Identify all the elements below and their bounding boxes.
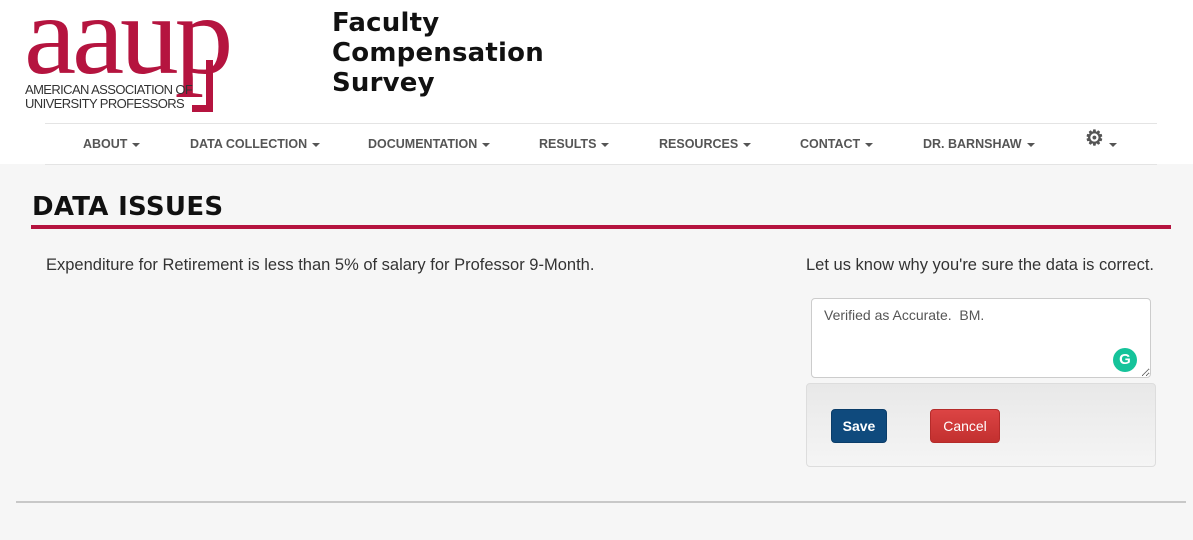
main-nav: ABOUT DATA COLLECTION DOCUMENTATION RESU… [45,123,1157,165]
nav-label: RESOURCES [659,137,739,151]
nav-settings[interactable]: ⚙ [1085,124,1117,164]
nav-resources[interactable]: RESOURCES [659,124,752,164]
site-title-line2: Compensation [332,38,544,68]
caret-down-icon [482,142,491,147]
nav-about[interactable]: ABOUT [83,124,141,164]
caret-down-icon [1026,142,1035,147]
comment-prompt: Let us know why you're sure the data is … [806,256,1154,274]
nav-label: DOCUMENTATION [368,137,478,151]
nav-label: CONTACT [800,137,861,151]
nav-contact[interactable]: CONTACT [800,124,874,164]
site-header: aaup AMERICAN ASSOCIATION OF UNIVERSITY … [0,0,1193,165]
comment-textarea[interactable] [811,298,1151,378]
caret-down-icon [601,142,610,147]
caret-down-icon [743,142,752,147]
form-actions: Save Cancel [806,383,1156,467]
nav-results[interactable]: RESULTS [539,124,610,164]
site-title: Faculty Compensation Survey [332,8,544,98]
aaup-logo[interactable]: aaup AMERICAN ASSOCIATION OF UNIVERSITY … [24,0,264,114]
caret-down-icon [132,142,141,147]
issue-description: Expenditure for Retirement is less than … [46,256,595,274]
nav-user-menu[interactable]: DR. BARNSHAW [923,124,1035,164]
nav-label: DATA COLLECTION [190,137,308,151]
site-title-line1: Faculty [332,8,440,38]
page-title: DATA ISSUES [32,192,224,222]
logo-bracket-foot [192,105,213,112]
nav-label: DR. BARNSHAW [923,137,1022,151]
save-button[interactable]: Save [831,409,887,443]
logo-wordmark: aaup [24,0,233,98]
caret-down-icon [312,142,321,147]
gear-icon: ⚙ [1085,127,1104,151]
footer-divider [16,501,1186,503]
nav-label: ABOUT [83,137,128,151]
grammarly-icon[interactable]: G [1113,348,1137,372]
logo-subtitle-line1: AMERICAN ASSOCIATION OF [25,82,193,97]
nav-data-collection[interactable]: DATA COLLECTION [190,124,321,164]
cancel-button[interactable]: Cancel [930,409,1000,443]
nav-documentation[interactable]: DOCUMENTATION [368,124,491,164]
site-title-line3: Survey [332,68,435,98]
nav-label: RESULTS [539,137,597,151]
logo-subtitle: AMERICAN ASSOCIATION OF UNIVERSITY PROFE… [25,82,193,111]
caret-down-icon [1108,142,1117,147]
logo-subtitle-line2: UNIVERSITY PROFESSORS [25,96,185,111]
caret-down-icon [865,142,874,147]
heading-divider [31,225,1171,229]
